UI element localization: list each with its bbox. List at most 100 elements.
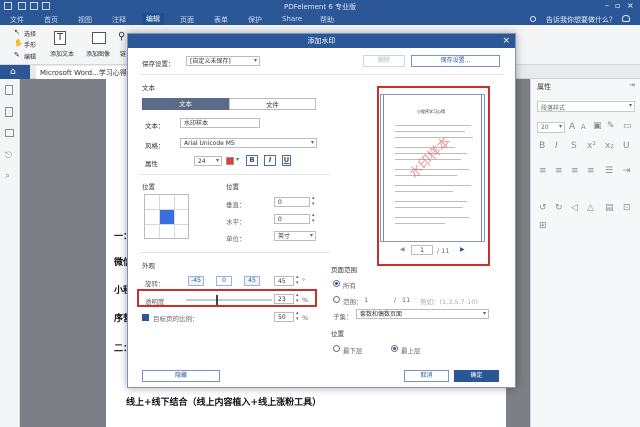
window-close-icon[interactable]: × xyxy=(627,1,634,10)
select-tool[interactable]: 选择 xyxy=(24,29,36,38)
save-settings-select[interactable]: [自定义未保存] xyxy=(186,56,260,66)
tab-file-source[interactable]: 文件 xyxy=(229,98,316,110)
maximize-icon[interactable]: ▫ xyxy=(615,1,620,10)
hide-button[interactable]: 隐藏 xyxy=(142,370,220,382)
horizontal-input[interactable]: 0 xyxy=(274,214,310,224)
font-select[interactable]: Arial Unicode MS xyxy=(180,138,317,148)
rotation-minus45-button[interactable]: -45 xyxy=(188,276,204,286)
cancel-button[interactable]: 取消 xyxy=(404,370,449,382)
flip-horizontal-icon[interactable]: ◁ xyxy=(571,203,578,213)
bookmark-icon[interactable] xyxy=(5,107,13,117)
menu-share[interactable]: Share xyxy=(282,15,302,23)
align-left-icon[interactable]: ≡ xyxy=(539,166,547,176)
flip-vertical-icon[interactable]: △ xyxy=(587,203,594,213)
color-dropdown-icon[interactable]: ▾ xyxy=(236,156,239,163)
line-spacing-icon[interactable]: ☰ xyxy=(605,166,613,176)
preview-page-input[interactable]: 1 xyxy=(411,245,433,255)
position-center-cell[interactable] xyxy=(160,210,174,224)
preview-next-icon[interactable]: ▶ xyxy=(460,246,465,253)
layer-bottom-radio[interactable] xyxy=(333,345,340,352)
hand-tool[interactable]: 手形 xyxy=(24,40,36,49)
bold-button[interactable]: B xyxy=(246,155,258,166)
rotate-left-icon[interactable]: ↺ xyxy=(539,203,547,213)
menu-view[interactable]: 视图 xyxy=(78,15,92,25)
bold-icon[interactable]: B xyxy=(539,141,545,151)
menu-comment[interactable]: 注释 xyxy=(112,15,126,25)
rotation-label: 旋转： xyxy=(145,280,165,288)
menu-form[interactable]: 表单 xyxy=(214,15,228,25)
range-from-value[interactable]: 1 xyxy=(364,296,368,304)
tell-me-search[interactable]: 告诉我你想要做什么？ xyxy=(546,15,616,25)
underline-icon[interactable]: U xyxy=(623,141,630,151)
ok-button[interactable]: 确定 xyxy=(454,370,499,382)
menu-protect[interactable]: 保护 xyxy=(248,15,262,25)
vertical-spinner-icon[interactable]: ▴ ▾ xyxy=(312,195,315,207)
add-image-button[interactable]: 添加图像 xyxy=(86,49,110,58)
tab-text-source[interactable]: 文本 xyxy=(142,98,229,110)
font-shrink-icon[interactable]: A xyxy=(581,123,586,131)
home-tab[interactable]: ⌂ xyxy=(0,65,30,79)
attachment-icon[interactable]: ⎋ xyxy=(5,151,12,161)
justify-icon[interactable]: ≡ xyxy=(587,166,595,176)
target-scale-spinner-icon[interactable]: ▴ ▾ xyxy=(296,310,299,322)
font-size-select[interactable]: 24 xyxy=(194,156,222,166)
source-section-title: 文本 xyxy=(142,84,155,92)
italic-icon[interactable]: I xyxy=(555,141,558,151)
menu-home[interactable]: 首页 xyxy=(44,15,58,25)
text-color-icon[interactable]: ▣ xyxy=(593,121,602,131)
attributes-label: 属性 xyxy=(145,160,158,168)
vertical-input[interactable]: 0 xyxy=(274,197,310,207)
minimize-icon[interactable]: – xyxy=(605,1,609,10)
superscript-icon[interactable]: x² xyxy=(587,141,596,151)
strikethrough-icon[interactable]: S xyxy=(571,141,577,151)
rotation-0-button[interactable]: 0 xyxy=(216,276,232,286)
save-settings-button[interactable]: 保存设置... xyxy=(411,55,500,67)
comment-icon[interactable] xyxy=(5,129,14,137)
horizontal-spinner-icon[interactable]: ▴ ▾ xyxy=(312,212,315,224)
panel-pin-icon[interactable]: ⇥ xyxy=(629,81,635,89)
watermark-text-input[interactable]: 水印样本 xyxy=(180,118,260,128)
user-icon[interactable] xyxy=(622,15,630,22)
position-grid[interactable] xyxy=(144,194,189,239)
highlight-icon[interactable]: ✎ xyxy=(607,121,615,131)
link-button[interactable]: 链 xyxy=(120,49,126,58)
subset-select[interactable]: 套数和偶数页面 xyxy=(356,309,489,319)
menu-edit[interactable]: 编辑 xyxy=(142,13,164,25)
target-scale-checkbox[interactable] xyxy=(142,314,149,321)
thumbnails-icon[interactable] xyxy=(5,85,13,95)
subscript-icon[interactable]: x₂ xyxy=(605,141,614,151)
rotation-spinner-icon[interactable]: ▴ ▾ xyxy=(296,274,299,286)
add-text-button[interactable]: 添加文本 xyxy=(50,49,74,58)
delete-button[interactable]: 删除 xyxy=(363,55,405,67)
paragraph-style-select[interactable]: 段落样式 xyxy=(537,101,635,112)
align-objects-icon[interactable]: ⊞ xyxy=(539,221,547,231)
clear-format-icon[interactable]: ▭ xyxy=(623,121,632,131)
menu-page[interactable]: 页面 xyxy=(180,15,194,25)
font-size-select[interactable]: 20 xyxy=(537,122,565,133)
replace-image-icon[interactable]: ▤ xyxy=(605,203,614,213)
indent-icon[interactable]: ⇥ xyxy=(623,166,631,176)
range-radio[interactable] xyxy=(333,296,340,303)
range-total: 11 xyxy=(402,296,411,304)
underline-button[interactable]: U xyxy=(282,155,291,166)
layer-top-radio[interactable] xyxy=(391,345,398,352)
menu-help[interactable]: 帮助 xyxy=(320,15,334,25)
preview-prev-icon[interactable]: ◀ xyxy=(400,246,405,253)
target-scale-input[interactable]: 50 xyxy=(274,312,294,322)
color-swatch[interactable] xyxy=(226,157,234,165)
crop-icon[interactable]: ⊡ xyxy=(623,203,631,213)
rotation-45-button[interactable]: 45 xyxy=(244,276,260,286)
unit-select[interactable]: 英寸 xyxy=(274,231,316,241)
align-right-icon[interactable]: ≡ xyxy=(571,166,579,176)
rotation-input[interactable]: 45 xyxy=(274,276,294,286)
link-icon: ⚲ xyxy=(118,31,126,42)
italic-button[interactable]: I xyxy=(264,155,276,166)
edit-tool[interactable]: 编辑 xyxy=(24,52,36,61)
dialog-close-icon[interactable]: × xyxy=(502,34,510,48)
font-grow-icon[interactable]: A xyxy=(569,122,575,132)
menu-file[interactable]: 文件 xyxy=(10,15,24,25)
all-pages-radio[interactable] xyxy=(333,280,340,287)
rotate-right-icon[interactable]: ↻ xyxy=(555,203,563,213)
align-center-icon[interactable]: ≡ xyxy=(555,166,563,176)
search-icon[interactable]: ⌕ xyxy=(5,171,10,181)
